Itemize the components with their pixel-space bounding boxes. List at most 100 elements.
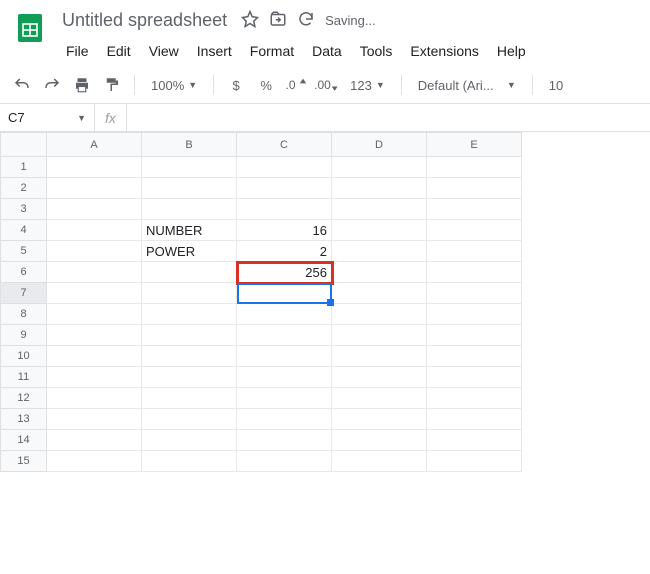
cell-A9[interactable] [47,325,142,346]
cell-B4[interactable]: NUMBER [142,220,237,241]
col-header-E[interactable]: E [427,133,522,157]
col-header-A[interactable]: A [47,133,142,157]
sheets-logo[interactable] [10,8,50,48]
row-header-8[interactable]: 8 [1,304,47,325]
menu-insert[interactable]: Insert [189,39,240,63]
col-header-C[interactable]: C [237,133,332,157]
cell-E8[interactable] [427,304,522,325]
spreadsheet-grid[interactable]: ABCDE1234NUMBER165POWER26256789101112131… [0,132,522,472]
cell-D14[interactable] [332,430,427,451]
paint-format-button[interactable] [100,73,124,97]
cell-A3[interactable] [47,199,142,220]
cell-E2[interactable] [427,178,522,199]
row-header-13[interactable]: 13 [1,409,47,430]
cell-E4[interactable] [427,220,522,241]
cell-A8[interactable] [47,304,142,325]
cell-A14[interactable] [47,430,142,451]
cell-C12[interactable] [237,388,332,409]
menu-tools[interactable]: Tools [352,39,401,63]
cell-B12[interactable] [142,388,237,409]
col-header-D[interactable]: D [332,133,427,157]
cell-B1[interactable] [142,157,237,178]
increase-decimal-button[interactable]: .00 [314,73,338,97]
cell-B9[interactable] [142,325,237,346]
menu-format[interactable]: Format [242,39,302,63]
cell-A6[interactable] [47,262,142,283]
select-all-corner[interactable] [1,133,47,157]
zoom-dropdown[interactable]: 100%▼ [145,73,203,97]
cell-D4[interactable] [332,220,427,241]
cell-A13[interactable] [47,409,142,430]
row-header-15[interactable]: 15 [1,451,47,472]
cell-C1[interactable] [237,157,332,178]
cell-D10[interactable] [332,346,427,367]
row-header-3[interactable]: 3 [1,199,47,220]
row-header-1[interactable]: 1 [1,157,47,178]
cell-B11[interactable] [142,367,237,388]
redo-button[interactable] [40,73,64,97]
name-box[interactable]: C7 ▼ [0,104,95,131]
cloud-sync-icon[interactable] [297,10,315,31]
cell-C8[interactable] [237,304,332,325]
cell-A2[interactable] [47,178,142,199]
cell-B5[interactable]: POWER [142,241,237,262]
cell-D8[interactable] [332,304,427,325]
menu-data[interactable]: Data [304,39,350,63]
cell-D13[interactable] [332,409,427,430]
cell-D7[interactable] [332,283,427,304]
row-header-6[interactable]: 6 [1,262,47,283]
cell-A10[interactable] [47,346,142,367]
row-header-11[interactable]: 11 [1,367,47,388]
cell-A11[interactable] [47,367,142,388]
cell-B7[interactable] [142,283,237,304]
undo-button[interactable] [10,73,34,97]
cell-A4[interactable] [47,220,142,241]
cell-E11[interactable] [427,367,522,388]
cell-D6[interactable] [332,262,427,283]
font-dropdown[interactable]: Default (Ari...▼ [412,73,522,97]
cell-D9[interactable] [332,325,427,346]
cell-A7[interactable] [47,283,142,304]
cell-D12[interactable] [332,388,427,409]
cell-C6[interactable]: 256 [237,262,332,283]
cell-A5[interactable] [47,241,142,262]
cell-C2[interactable] [237,178,332,199]
cell-C15[interactable] [237,451,332,472]
cell-B2[interactable] [142,178,237,199]
cell-C13[interactable] [237,409,332,430]
move-icon[interactable] [269,10,287,31]
col-header-B[interactable]: B [142,133,237,157]
row-header-12[interactable]: 12 [1,388,47,409]
cell-D5[interactable] [332,241,427,262]
cell-A12[interactable] [47,388,142,409]
row-header-7[interactable]: 7 [1,283,47,304]
cell-E12[interactable] [427,388,522,409]
font-size[interactable]: 10 [543,73,569,97]
menu-view[interactable]: View [141,39,187,63]
decrease-decimal-button[interactable]: .0 [284,73,308,97]
cell-B3[interactable] [142,199,237,220]
cell-B10[interactable] [142,346,237,367]
cell-C11[interactable] [237,367,332,388]
row-header-4[interactable]: 4 [1,220,47,241]
cell-C14[interactable] [237,430,332,451]
cell-D11[interactable] [332,367,427,388]
cell-B8[interactable] [142,304,237,325]
cell-E15[interactable] [427,451,522,472]
cell-C4[interactable]: 16 [237,220,332,241]
star-icon[interactable] [241,10,259,31]
cell-B15[interactable] [142,451,237,472]
cell-B14[interactable] [142,430,237,451]
number-format-dropdown[interactable]: 123▼ [344,73,391,97]
cell-E13[interactable] [427,409,522,430]
cell-E3[interactable] [427,199,522,220]
cell-E1[interactable] [427,157,522,178]
cell-E10[interactable] [427,346,522,367]
cell-A15[interactable] [47,451,142,472]
menu-help[interactable]: Help [489,39,534,63]
formula-input[interactable] [127,104,650,131]
print-button[interactable] [70,73,94,97]
doc-title[interactable]: Untitled spreadsheet [58,8,231,33]
menu-edit[interactable]: Edit [99,39,139,63]
row-header-2[interactable]: 2 [1,178,47,199]
